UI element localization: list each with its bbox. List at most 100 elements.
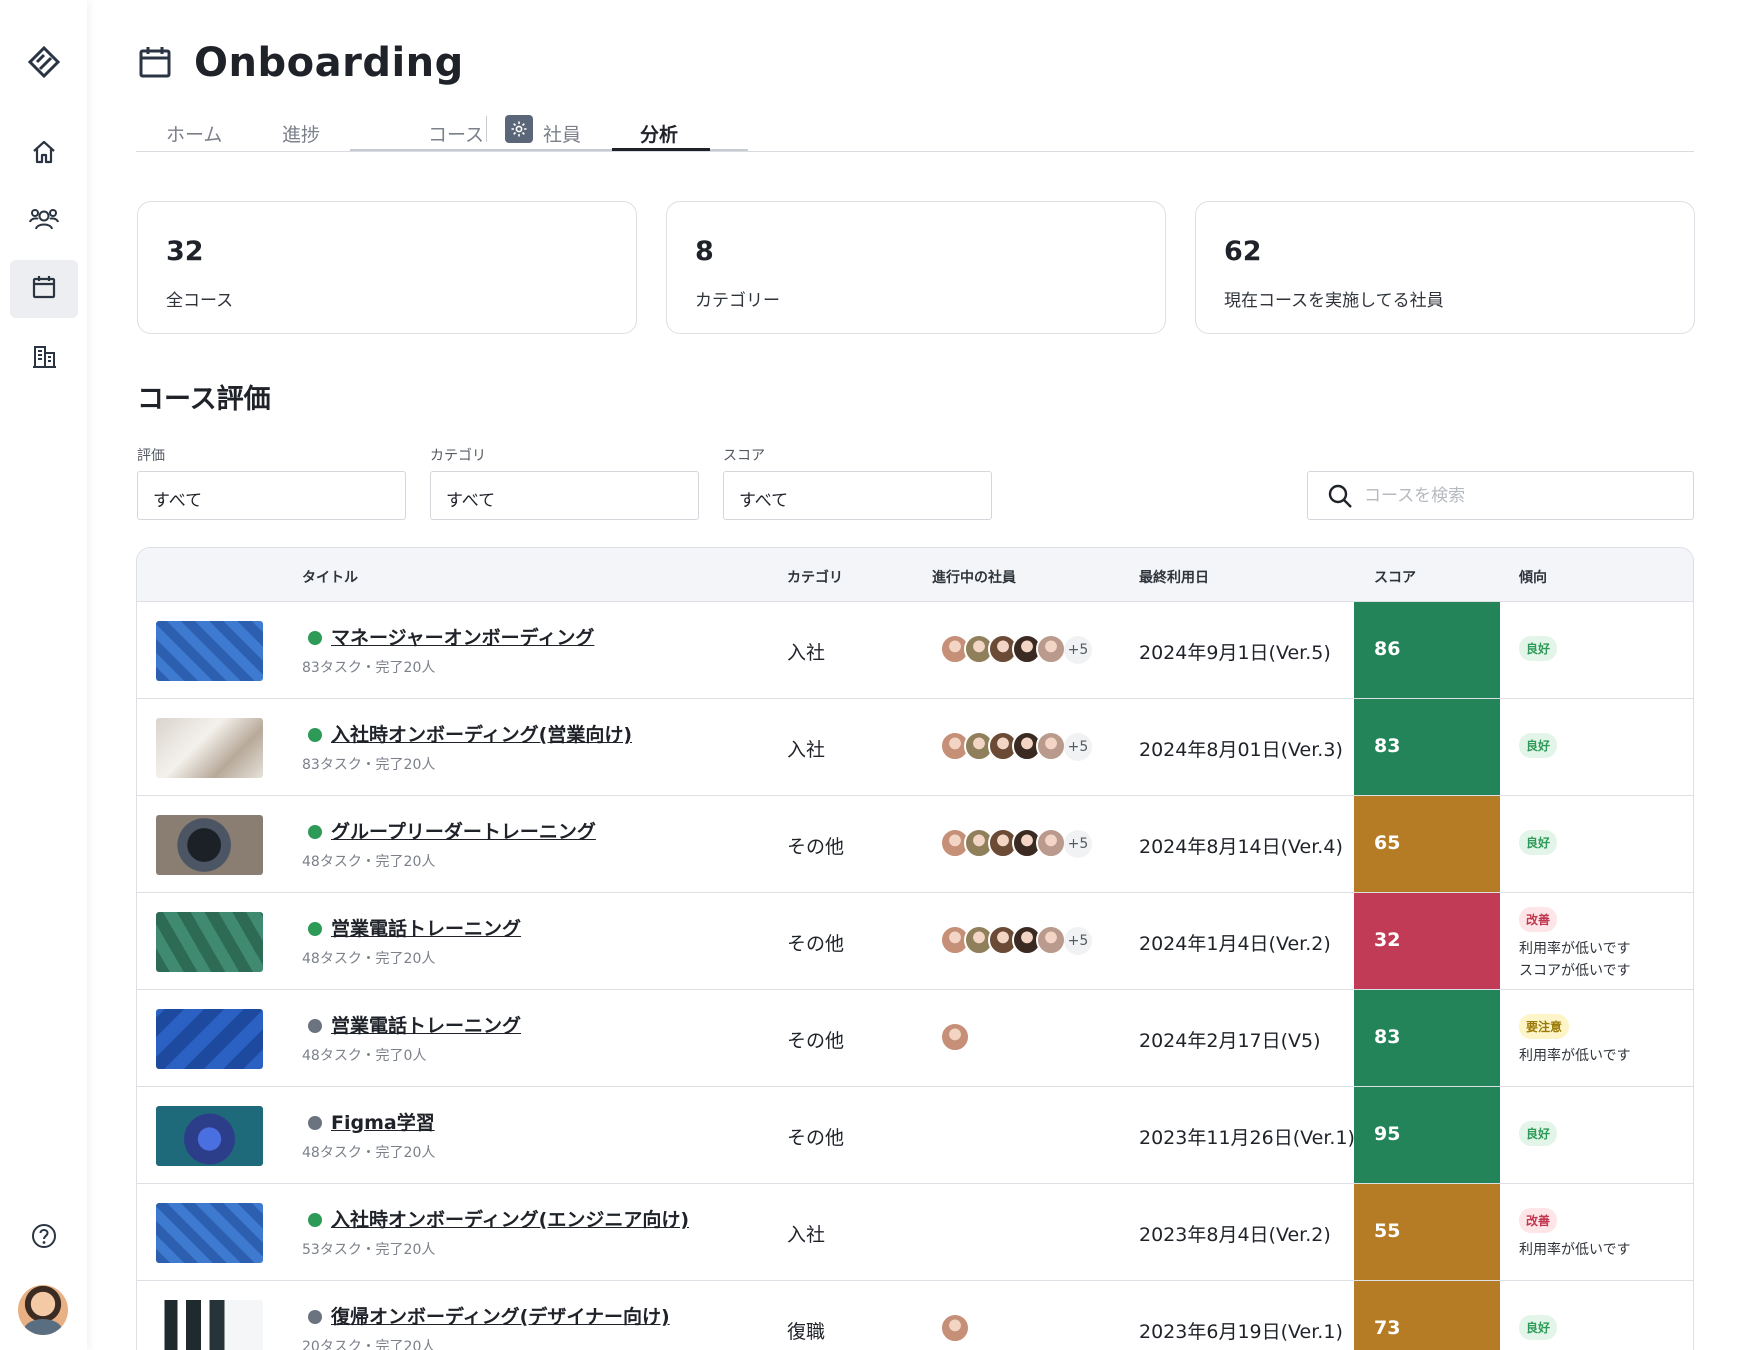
trend-badge: 改善 bbox=[1519, 907, 1558, 932]
calendar-icon bbox=[137, 44, 173, 80]
status-dot bbox=[308, 825, 322, 839]
course-thumbnail bbox=[156, 1300, 263, 1350]
table-row[interactable]: 営業電話トレーニング 48タスク・完了20人 その他 +5 2024年1月4日(Ver.… bbox=[137, 893, 1693, 990]
course-thumbnail bbox=[156, 1106, 263, 1166]
table-row[interactable]: 入社時オンボーディング(エンジニア向け) 53タスク・完了20人 入社 2023年8月… bbox=[137, 1184, 1693, 1281]
score-value: 95 bbox=[1374, 1123, 1401, 1145]
course-title-link[interactable]: グループリーダートレーニング bbox=[331, 817, 596, 844]
table-row[interactable]: マネージャーオンボーディング 83タスク・完了20人 入社 +5 2024年9月1日(V… bbox=[137, 602, 1693, 699]
tab-active-underline bbox=[612, 148, 710, 151]
employee-avatar bbox=[1036, 634, 1066, 664]
course-table: タイトル カテゴリ 進行中の社員 最終利用日 スコア 傾向 マネージャーオンボー… bbox=[136, 547, 1694, 1350]
course-title-link[interactable]: 営業電話トレーニング bbox=[331, 914, 521, 941]
column-header-trend[interactable]: 傾向 bbox=[1519, 567, 1547, 587]
course-category: その他 bbox=[787, 836, 845, 858]
trend-note: スコアが低いです bbox=[1519, 963, 1631, 979]
search-box[interactable] bbox=[1307, 471, 1694, 520]
course-thumbnail bbox=[156, 912, 263, 972]
help-icon[interactable] bbox=[29, 1221, 59, 1251]
score-value: 55 bbox=[1374, 1220, 1401, 1242]
course-title-link[interactable]: 入社時オンボーディング(営業向け) bbox=[331, 720, 632, 747]
stat-card-total-courses: 32 全コース bbox=[137, 201, 637, 334]
avatar[interactable] bbox=[18, 1285, 68, 1335]
sidebar-item-home[interactable] bbox=[10, 125, 78, 183]
search-icon bbox=[1327, 483, 1353, 513]
section-title: コース評価 bbox=[137, 384, 271, 415]
logo-icon[interactable] bbox=[24, 42, 64, 82]
filter-label-rating: 評価 bbox=[137, 448, 165, 464]
tab-analytics[interactable]: 分析 bbox=[640, 120, 678, 147]
score-filter-select[interactable]: すべて bbox=[723, 471, 992, 520]
table-row[interactable]: Figma学習 48タスク・完了20人 その他 2023年11月26日(Ver.1) 9… bbox=[137, 1087, 1693, 1184]
filter-label-category: カテゴリ bbox=[430, 448, 486, 464]
more-employees-count[interactable]: +5 bbox=[1064, 927, 1092, 955]
score-value: 86 bbox=[1374, 638, 1401, 660]
course-category: 入社 bbox=[787, 739, 826, 761]
course-meta: 48タスク・完了20人 bbox=[302, 1145, 436, 1161]
column-header-category[interactable]: カテゴリ bbox=[787, 567, 843, 587]
category-filter-select[interactable]: すべて bbox=[430, 471, 699, 520]
course-title-link[interactable]: 復帰オンボーディング(デザイナー向け) bbox=[331, 1302, 670, 1329]
tab-progress[interactable]: 進捗 bbox=[282, 120, 320, 147]
table-row[interactable]: 入社時オンボーディング(営業向け) 83タスク・完了20人 入社 +5 2024年8月0… bbox=[137, 699, 1693, 796]
course-thumbnail bbox=[156, 815, 263, 875]
search-input[interactable] bbox=[1364, 482, 1664, 510]
status-dot bbox=[308, 728, 322, 742]
employee-avatar bbox=[940, 1022, 970, 1052]
status-dot bbox=[308, 631, 322, 645]
last-used-date: 2024年9月1日(Ver.5) bbox=[1139, 642, 1331, 664]
table-row[interactable]: 営業電話トレーニング 48タスク・完了0人 その他 2024年2月17日(V5) 83 要… bbox=[137, 990, 1693, 1087]
table-row[interactable]: グループリーダートレーニング 48タスク・完了20人 その他 +5 2024年8月14日… bbox=[137, 796, 1693, 893]
trend-note: 利用率が低いです bbox=[1519, 1048, 1631, 1064]
tab-courses[interactable]: コース bbox=[428, 120, 484, 147]
course-title-link[interactable]: 入社時オンボーディング(エンジニア向け) bbox=[331, 1205, 689, 1232]
course-title-link[interactable]: マネージャーオンボーディング bbox=[331, 623, 594, 650]
gear-icon[interactable] bbox=[505, 115, 533, 143]
column-header-title[interactable]: タイトル bbox=[302, 567, 358, 587]
trend-note: 利用率が低いです bbox=[1519, 1242, 1631, 1258]
course-title-link[interactable]: Figma学習 bbox=[331, 1108, 435, 1135]
course-meta: 48タスク・完了0人 bbox=[302, 1048, 427, 1064]
employee-avatar bbox=[940, 1313, 970, 1343]
course-category: その他 bbox=[787, 1127, 845, 1149]
filter-value: すべて bbox=[153, 491, 203, 511]
table-row[interactable]: 復帰オンボーディング(デザイナー向け) 20タスク・完了20人 復職 2023年6月1… bbox=[137, 1281, 1693, 1350]
course-thumbnail bbox=[156, 718, 263, 778]
status-dot bbox=[308, 1116, 322, 1130]
sidebar-item-calendar[interactable] bbox=[10, 260, 78, 318]
course-title-link[interactable]: 営業電話トレーニング bbox=[331, 1011, 521, 1038]
course-category: その他 bbox=[787, 1030, 845, 1052]
more-employees-count[interactable]: +5 bbox=[1064, 636, 1092, 664]
tab-home[interactable]: ホーム bbox=[166, 120, 222, 147]
rating-filter-select[interactable]: すべて bbox=[137, 471, 406, 520]
users-icon bbox=[29, 206, 59, 236]
status-dot bbox=[308, 1019, 322, 1033]
trend-note: 利用率が低いです bbox=[1519, 941, 1631, 957]
more-employees-count[interactable]: +5 bbox=[1064, 733, 1092, 761]
score-cell: 32 bbox=[1354, 893, 1500, 989]
score-cell: 86 bbox=[1354, 602, 1500, 698]
stat-card-categories: 8 カテゴリー bbox=[666, 201, 1166, 334]
score-cell: 55 bbox=[1354, 1184, 1500, 1280]
status-dot bbox=[308, 1310, 322, 1324]
last-used-date: 2024年1月4日(Ver.2) bbox=[1139, 933, 1331, 955]
stat-value: 32 bbox=[166, 236, 204, 267]
tab-employees[interactable]: 社員 bbox=[543, 120, 581, 147]
column-header-active-employees[interactable]: 進行中の社員 bbox=[932, 567, 1016, 587]
sidebar-item-buildings[interactable] bbox=[10, 328, 78, 386]
score-value: 83 bbox=[1374, 1026, 1401, 1048]
column-header-score[interactable]: スコア bbox=[1374, 567, 1416, 587]
column-header-last-used[interactable]: 最終利用日 bbox=[1139, 567, 1209, 587]
tab-bar: ホーム 進捗 コース 社員 分析 bbox=[136, 110, 1694, 152]
course-thumbnail bbox=[156, 1009, 263, 1069]
score-cell: 65 bbox=[1354, 796, 1500, 892]
sidebar-item-users[interactable] bbox=[10, 192, 78, 250]
more-employees-count[interactable]: +5 bbox=[1064, 830, 1092, 858]
course-meta: 48タスク・完了20人 bbox=[302, 951, 436, 967]
stat-label: カテゴリー bbox=[695, 291, 780, 311]
score-cell: 83 bbox=[1354, 699, 1500, 795]
sidebar bbox=[0, 0, 87, 1350]
course-meta: 20タスク・完了20人 bbox=[302, 1339, 436, 1350]
course-meta: 83タスク・完了20人 bbox=[302, 757, 436, 773]
table-header: タイトル カテゴリ 進行中の社員 最終利用日 スコア 傾向 bbox=[137, 548, 1693, 602]
